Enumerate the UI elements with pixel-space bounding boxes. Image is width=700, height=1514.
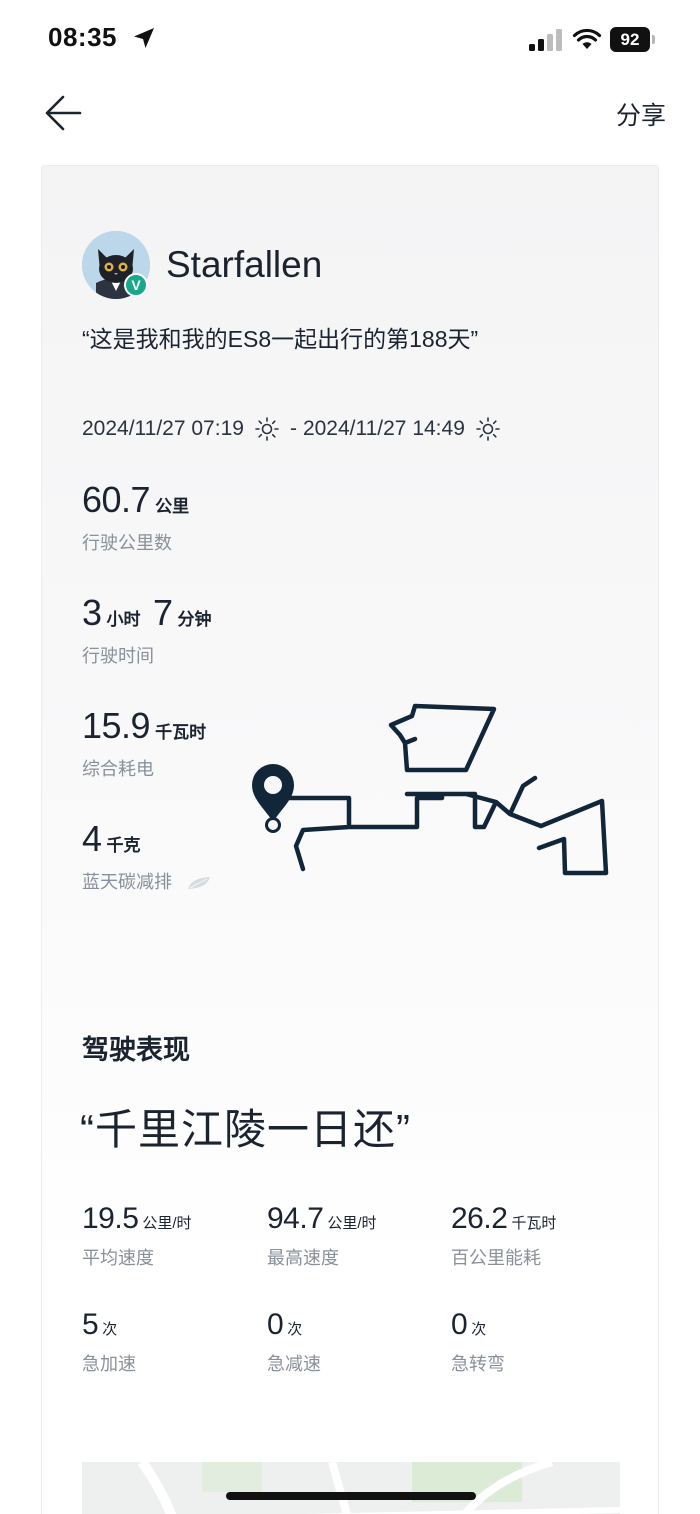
location-arrow-icon xyxy=(134,28,154,48)
metric-label: 最高速度 xyxy=(267,1248,339,1268)
metric-label: 平均速度 xyxy=(82,1248,154,1268)
metric-label: 急减速 xyxy=(267,1354,321,1374)
duration-hours: 3 xyxy=(82,592,102,633)
username: Starfallen xyxy=(166,244,323,285)
status-time: 08:35 xyxy=(48,22,117,52)
carbon-value: 4 xyxy=(82,818,102,859)
metric-unit: 次 xyxy=(471,1321,487,1338)
verified-badge: V xyxy=(124,273,148,297)
trip-quote: “这是我和我的ES8一起出行的第188天” xyxy=(82,326,479,352)
route-map-trace xyxy=(252,703,609,876)
metric-value: 0 xyxy=(451,1308,468,1341)
arrow-left-icon xyxy=(45,95,82,131)
energy-value: 15.9 xyxy=(82,705,151,746)
map-preview[interactable] xyxy=(82,1462,620,1514)
duration-minutes-unit: 分钟 xyxy=(177,610,212,629)
map-background xyxy=(82,1462,620,1514)
metric-value: 26.2 xyxy=(451,1202,508,1235)
metric-avg-speed: 19.5 公里/时 平均速度 xyxy=(82,1202,192,1270)
metric-hard-braking: 0次 急减速 xyxy=(267,1308,321,1376)
duration-hours-unit: 小时 xyxy=(106,610,141,629)
metric-unit: 公里/时 xyxy=(327,1215,377,1232)
trip-summary-card: V Starfallen “这是我和我的ES8一起出行的第188天” 2024/… xyxy=(41,165,659,1514)
metric-max-speed: 94.7 公里/时 最高速度 xyxy=(267,1202,377,1270)
metric-value: 5 xyxy=(82,1308,99,1341)
trip-end-time: 2024/11/27 14:49 xyxy=(302,417,465,440)
battery-level: 92 xyxy=(610,27,650,52)
carbon-stat: 4 千克 蓝天碳减排 xyxy=(82,818,211,894)
route-path xyxy=(270,703,609,876)
metric-sharp-turn: 0次 急转弯 xyxy=(451,1308,505,1376)
time-separator: - xyxy=(289,417,297,440)
back-button[interactable] xyxy=(40,88,90,138)
sun-icon xyxy=(255,417,279,441)
carbon-label: 蓝天碳减排 xyxy=(82,872,172,892)
status-bar: 08:35 92 xyxy=(0,0,700,80)
distance-label: 行驶公里数 xyxy=(82,533,172,553)
metric-label: 急转弯 xyxy=(451,1354,505,1374)
distance-value: 60.7 xyxy=(82,479,151,520)
wifi-icon xyxy=(572,28,602,49)
battery-indicator: 92 xyxy=(610,27,656,52)
metric-value: 94.7 xyxy=(267,1202,324,1235)
metric-label: 百公里能耗 xyxy=(451,1248,541,1268)
sun-icon xyxy=(476,417,500,441)
energy-stat: 15.9 千瓦时 综合耗电 xyxy=(82,705,206,781)
map-pin-icon xyxy=(252,764,294,833)
carbon-label-row: 蓝天碳减排 xyxy=(82,868,211,894)
metric-unit: 次 xyxy=(102,1321,118,1338)
performance-slogan: “千里江陵一日还” xyxy=(80,1106,411,1153)
distance-stat: 60.7 公里 行驶公里数 xyxy=(82,479,189,555)
trip-time-range: 2024/11/27 07:19 - 2024/11/27 14:49 xyxy=(82,416,509,442)
share-button[interactable]: 分享 xyxy=(616,96,666,132)
duration-stat: 3 小时 7 分钟 行驶时间 xyxy=(82,592,212,668)
metric-value: 19.5 xyxy=(82,1202,139,1235)
driving-performance-title: 驾驶表现 xyxy=(82,1035,190,1065)
energy-unit: 千瓦时 xyxy=(155,723,207,742)
duration-minutes: 7 xyxy=(152,592,173,633)
distance-unit: 公里 xyxy=(155,497,190,516)
metric-energy-per-100km: 26.2 千瓦时 百公里能耗 xyxy=(451,1202,556,1270)
leaf-icon xyxy=(188,877,211,890)
metric-hard-acceleration: 5次 急加速 xyxy=(82,1308,136,1376)
home-indicator[interactable] xyxy=(226,1492,476,1500)
signal-icon xyxy=(529,29,562,51)
trip-start-time: 2024/11/27 07:19 xyxy=(82,417,244,440)
energy-label: 综合耗电 xyxy=(82,759,154,779)
metric-unit: 公里/时 xyxy=(142,1215,192,1232)
metric-value: 0 xyxy=(267,1308,284,1341)
metric-unit: 次 xyxy=(287,1321,303,1338)
duration-label: 行驶时间 xyxy=(82,646,154,666)
metric-unit: 千瓦时 xyxy=(511,1215,557,1232)
carbon-unit: 千克 xyxy=(106,836,141,855)
metric-label: 急加速 xyxy=(82,1354,136,1374)
battery-tip xyxy=(652,35,655,44)
